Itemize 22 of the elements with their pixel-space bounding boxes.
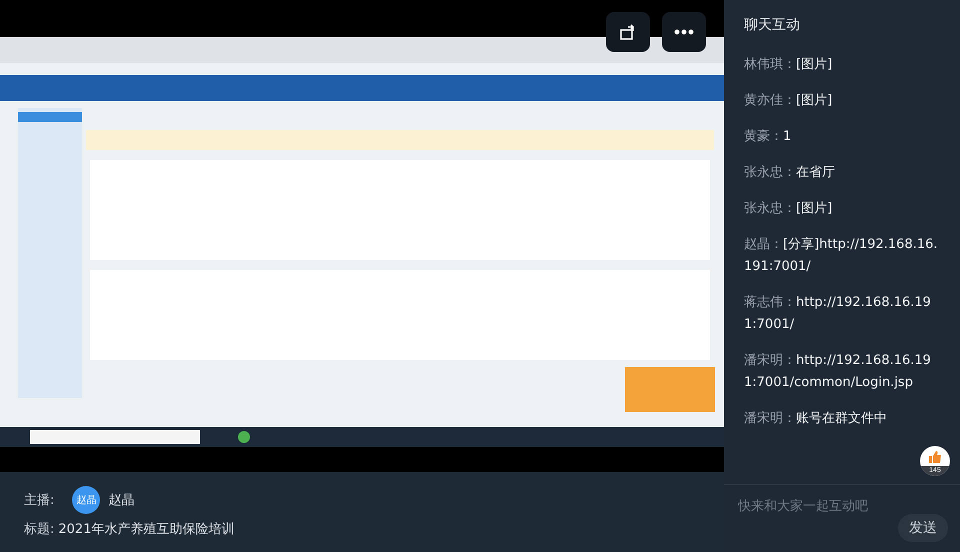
send-button[interactable]: 发送 bbox=[898, 514, 948, 542]
more-icon bbox=[674, 29, 694, 35]
chat-heading: 聊天互动 bbox=[743, 16, 801, 35]
more-button[interactable] bbox=[662, 12, 706, 52]
thumbs-up-icon bbox=[928, 451, 942, 463]
chat-message: 黄亦佳：[图片] bbox=[744, 92, 834, 110]
chat-message: 林伟琪：[图片] bbox=[744, 56, 834, 74]
chat-input-field[interactable]: 快来和大家一起互动吧 bbox=[736, 498, 940, 515]
chat-message: 赵晶：[分享]http://192.168.16.191:7001/ bbox=[744, 236, 939, 276]
chat-message: 张永忠：在省厅 bbox=[744, 164, 836, 182]
chat-message: 潘宋明：http://192.168.16.191:7001/common/Login.jsp bbox=[744, 352, 932, 392]
host-name: 赵晶 bbox=[108, 492, 134, 509]
chat-message: 潘宋明：账号在群文件中 bbox=[744, 410, 888, 428]
chat-message: 张永忠：[图片] bbox=[744, 200, 834, 218]
chat-message: 蒋志伟：http://192.168.16.191:7001/ bbox=[744, 294, 932, 334]
chat-message: 黄豪：1 bbox=[744, 128, 792, 146]
host-label: 主播: bbox=[24, 492, 54, 509]
title-label: 标题: bbox=[24, 521, 54, 538]
host-avatar: 赵晶 bbox=[72, 486, 100, 514]
stream-title: 2021年水产养殖互助保险培训 bbox=[58, 521, 234, 538]
rotate-icon bbox=[619, 23, 637, 41]
rotate-button[interactable] bbox=[606, 12, 650, 52]
